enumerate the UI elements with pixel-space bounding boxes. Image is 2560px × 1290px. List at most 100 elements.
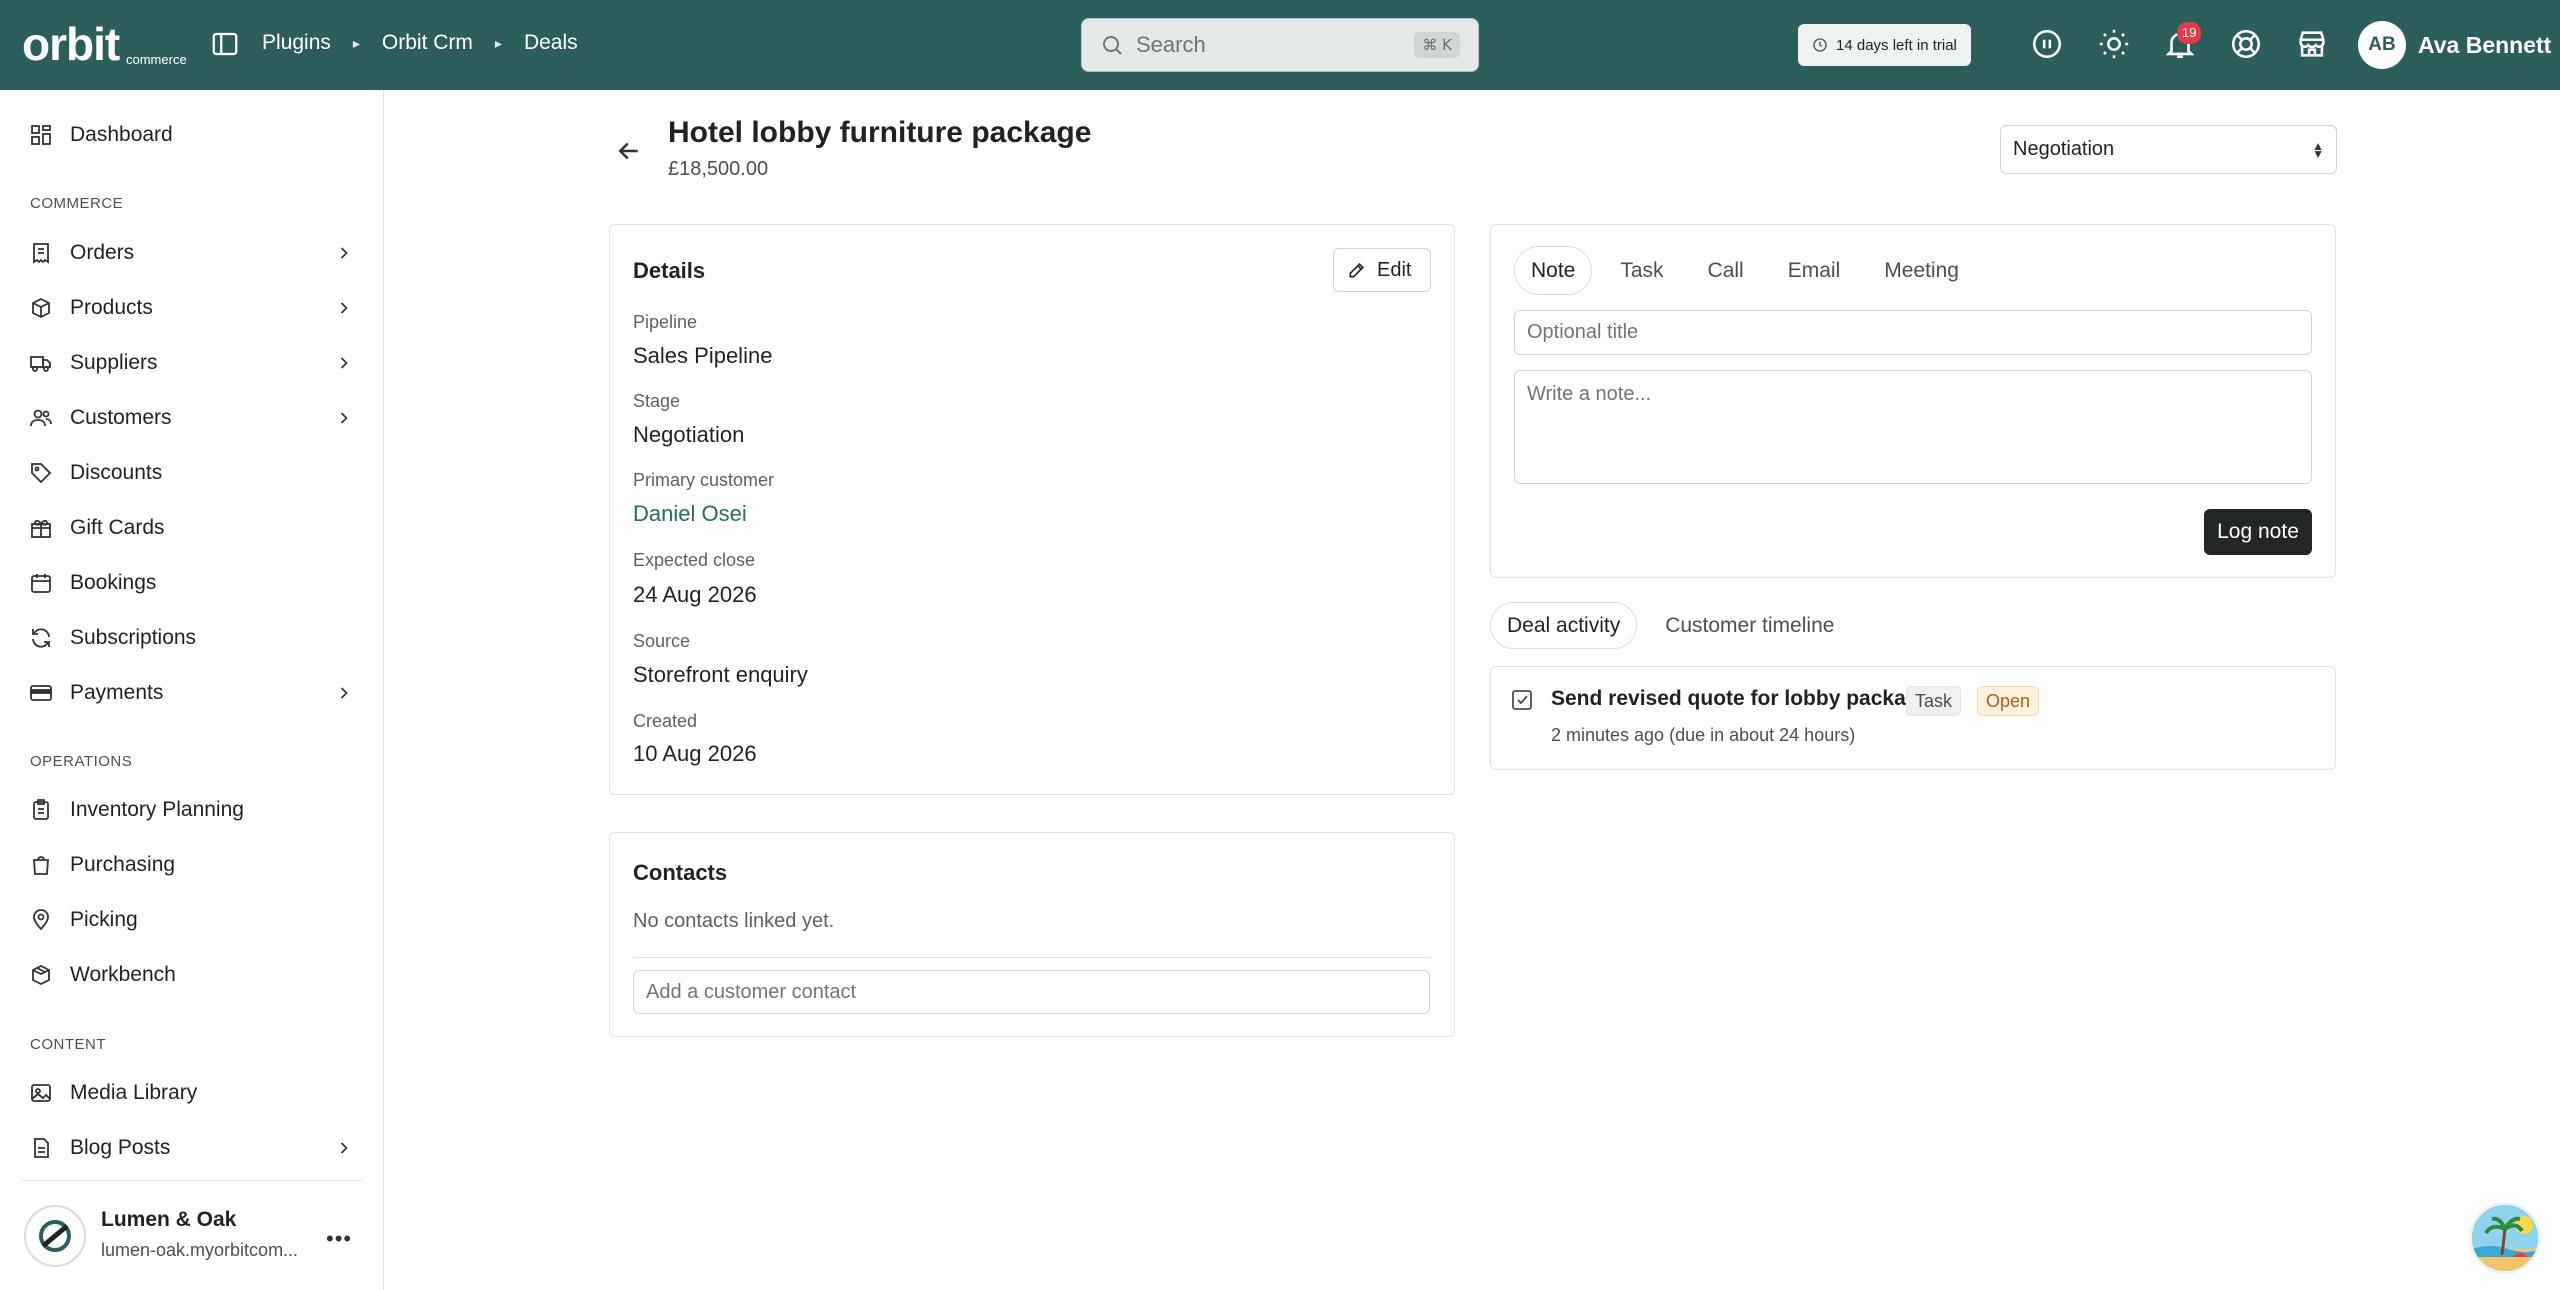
sidebar-item-inventory-planning[interactable]: Inventory Planning (0, 785, 384, 835)
details-heading: Details (633, 258, 706, 283)
breadcrumb-orbit-crm[interactable]: Orbit Crm (382, 31, 473, 55)
storefront-icon[interactable] (2295, 27, 2329, 61)
breadcrumb-plugins[interactable]: Plugins (262, 31, 331, 55)
chevron-right-icon (340, 357, 348, 369)
sidebar-item-workbench[interactable]: Workbench (0, 950, 384, 1000)
credit-card-icon (30, 685, 52, 701)
tab-call[interactable]: Call (1692, 246, 1760, 295)
sidebar-item-suppliers[interactable]: Suppliers (0, 338, 384, 388)
sidebar-item-label: Purchasing (70, 853, 176, 876)
tab-email[interactable]: Email (1772, 246, 1857, 295)
logo-text: orbit (22, 18, 120, 70)
search-input[interactable]: Search ⌘ K (1081, 18, 1479, 72)
stage-value: Negotiation (633, 422, 745, 447)
user-name[interactable]: Ava Bennett (2418, 32, 2551, 59)
search-icon (1103, 36, 1122, 55)
sidebar-item-purchasing[interactable]: Purchasing (0, 840, 384, 890)
pencil-icon (1349, 262, 1365, 278)
note-body-textarea[interactable] (1514, 370, 2312, 484)
edit-button[interactable]: Edit (1333, 248, 1431, 292)
contacts-heading: Contacts (633, 860, 728, 885)
search-shortcut: ⌘ K (1414, 32, 1460, 58)
orders-icon (33, 243, 49, 264)
clock-icon (1813, 38, 1827, 52)
stage-select[interactable]: Negotiation ▲ ▼ (2000, 125, 2337, 174)
sidebar-item-gift-cards[interactable]: Gift Cards (0, 503, 384, 553)
sidebar-item-label: Gift Cards (70, 516, 165, 539)
sidebar-item-media-library[interactable]: Media Library (0, 1068, 384, 1118)
edit-button-label: Edit (1377, 258, 1412, 281)
sidebar-item-dashboard[interactable]: Dashboard (0, 110, 384, 160)
logo-subtext: commerce (126, 52, 187, 67)
sidebar-footer-divider (22, 1180, 362, 1181)
chevron-right-icon (340, 302, 348, 314)
beach-scene-icon (2472, 1205, 2538, 1271)
section-operations: OPERATIONS (30, 753, 133, 770)
note-title-input[interactable] (1514, 310, 2312, 355)
activity-status-badge: Open (1977, 686, 2040, 716)
clipboard-icon (33, 799, 49, 820)
box-icon (32, 297, 50, 319)
tab-customer-timeline[interactable]: Customer timeline (1649, 602, 1850, 649)
tab-meeting[interactable]: Meeting (1868, 246, 1975, 295)
lifebuoy-icon[interactable] (2229, 27, 2263, 61)
add-contact-input[interactable] (633, 970, 1430, 1014)
sidebar-item-blog-posts[interactable]: Blog Posts (0, 1123, 384, 1173)
sidebar-item-label: Orders (70, 241, 135, 264)
store-logo-icon (39, 1220, 71, 1252)
help-circle-icon[interactable] (2030, 27, 2064, 61)
checkbox-icon[interactable] (1510, 688, 1534, 712)
sidebar-item-customers[interactable]: Customers (0, 393, 384, 443)
assistant-avatar[interactable] (2469, 1202, 2541, 1274)
store-logo[interactable] (24, 1205, 86, 1267)
sidebar-item-label: Discounts (70, 461, 163, 484)
sidebar-item-label: Dashboard (70, 123, 173, 146)
breadcrumb-separator-icon: ▸ (494, 34, 502, 51)
sidebar-item-label: Media Library (70, 1081, 198, 1104)
sidebar-item-bookings[interactable]: Bookings (0, 558, 384, 608)
sidebar-item-label: Workbench (70, 963, 176, 986)
primary-customer-link[interactable]: Daniel Osei (633, 501, 747, 527)
contacts-empty-text: No contacts linked yet. (633, 910, 835, 932)
sidebar-item-label: Suppliers (70, 351, 158, 374)
sidebar-item-picking[interactable]: Picking (0, 895, 384, 945)
shopping-bag-icon (33, 856, 49, 875)
sidebar-item-label: Inventory Planning (70, 798, 244, 821)
sidebar-item-label: Customers (70, 406, 172, 429)
map-pin-icon (33, 909, 49, 931)
tab-task[interactable]: Task (1604, 246, 1679, 295)
sidebar-item-payments[interactable]: Payments (0, 668, 384, 718)
sidebar-item-label: Subscriptions (70, 626, 197, 649)
stage-label: Stage (633, 391, 681, 411)
back-arrow-icon[interactable] (614, 136, 644, 166)
sidebar-toggle-icon[interactable] (210, 29, 240, 59)
activity-item-card[interactable] (1490, 666, 2336, 770)
section-content: CONTENT (30, 1036, 106, 1053)
file-text-icon (34, 1138, 49, 1158)
chevron-right-icon (340, 247, 348, 259)
pipeline-value: Sales Pipeline (633, 343, 773, 368)
store-name[interactable]: Lumen & Oak (101, 1208, 236, 1232)
gift-icon (31, 519, 51, 538)
activity-title[interactable]: Send revised quote for lobby package (1551, 687, 1930, 711)
sidebar-item-discounts[interactable]: Discounts (0, 448, 384, 498)
trial-badge[interactable]: 14 days left in trial (1798, 24, 1971, 66)
more-options-icon[interactable]: ••• (326, 1226, 352, 1252)
sidebar-item-products[interactable]: Products (0, 283, 384, 333)
source-label: Source (633, 631, 691, 651)
chevron-right-icon (340, 687, 348, 699)
dashboard-icon (31, 125, 51, 145)
log-note-button[interactable]: Log note (2204, 509, 2312, 555)
tab-note[interactable]: Note (1514, 246, 1593, 295)
sidebar-item-label: Blog Posts (70, 1136, 171, 1159)
tab-deal-activity[interactable]: Deal activity (1490, 602, 1638, 649)
activity-timestamp: 2 minutes ago (due in about 24 hours) (1551, 725, 1856, 745)
sun-icon[interactable] (2097, 27, 2131, 61)
orbit-logo[interactable]: orbit commerce (22, 18, 187, 70)
user-avatar[interactable]: AB (2358, 21, 2406, 69)
sidebar-item-subscriptions[interactable]: Subscriptions (0, 613, 384, 663)
sidebar-item-orders[interactable]: Orders (0, 228, 384, 278)
breadcrumb-deals[interactable]: Deals (524, 31, 578, 55)
trial-text: 14 days left in trial (1836, 36, 1957, 54)
chevron-right-icon (340, 412, 348, 424)
